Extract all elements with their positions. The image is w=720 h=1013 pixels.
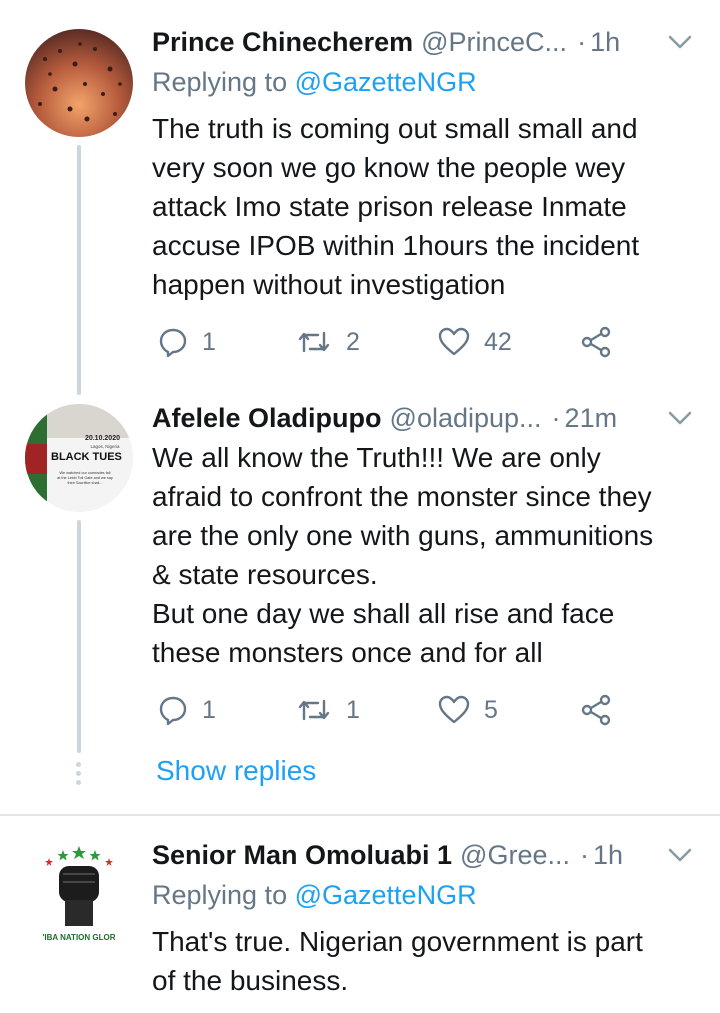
tweet-text-line: That's true. Nigerian government is part: [152, 926, 643, 957]
retweet-count: 2: [346, 327, 360, 356]
mention-link[interactable]: @GazetteNGR: [295, 67, 477, 97]
tweet-text-line: are the only one with guns, ammunitions: [152, 520, 654, 551]
share-icon: [581, 694, 611, 726]
retweet-button[interactable]: 1: [296, 690, 360, 730]
chevron-down-icon[interactable]: [666, 841, 694, 869]
retweet-count: 1: [346, 695, 360, 724]
separator-dot: ·: [580, 839, 589, 870]
tweet-text-line: these monsters once and for all: [152, 637, 543, 668]
retweet-button[interactable]: 2: [296, 322, 360, 362]
reply-count: 1: [202, 327, 216, 356]
tweet-text-line: afraid to confront the monster since the…: [152, 481, 652, 512]
reply-icon: [159, 328, 187, 357]
tweet-header: Afelele Oladipupo @oladipup... · 21m: [152, 398, 617, 438]
timestamp[interactable]: 21m: [565, 403, 618, 434]
tweet-header: Senior Man Omoluabi 1 @Gree... · 1h: [152, 835, 623, 875]
avatar[interactable]: 20.10.2020 Lagos, Nigeria BLACK TUES We …: [25, 404, 133, 512]
poster-caption: at the Lekki Toll Gate and we say: [57, 476, 113, 480]
replying-label: Replying to: [152, 67, 288, 97]
heart-icon: [438, 695, 470, 724]
tweet-text-line: happen without investigation: [152, 269, 506, 300]
raised-fist-icon: [59, 866, 99, 926]
reply-button[interactable]: 1: [158, 690, 216, 730]
timestamp[interactable]: 1h: [593, 840, 623, 871]
tweet-text: The truth is coming out small small and …: [152, 109, 702, 304]
avatar[interactable]: [25, 29, 133, 137]
reply-count: 1: [202, 695, 216, 724]
poster-location: Lagos, Nigeria: [90, 444, 120, 449]
username[interactable]: @oladipup...: [390, 403, 542, 434]
reply-icon: [159, 696, 187, 725]
timestamp[interactable]: 1h: [590, 27, 620, 58]
share-button[interactable]: [580, 322, 626, 362]
username[interactable]: @PrinceC...: [421, 27, 567, 58]
tweet-text-line: But one day we shall all rise and face: [152, 598, 615, 629]
retweet-icon: [298, 699, 330, 721]
avatar-text: 'IBA NATION GLOR: [42, 933, 115, 942]
divider: [0, 814, 720, 816]
poster-title: BLACK TUES: [51, 451, 122, 463]
tweet-header: Prince Chinecherem @PrinceC... · 1h: [152, 22, 620, 62]
poster-date: 20.10.2020: [85, 435, 120, 442]
more-replies-dots: [76, 762, 82, 789]
like-count: 5: [484, 695, 498, 724]
thread-line: [77, 145, 81, 395]
tweet-text-line: of the business.: [152, 965, 349, 996]
tweet-text-line: very soon we go know the people wey: [152, 152, 626, 183]
heart-icon: [438, 327, 470, 356]
mention-link[interactable]: @GazetteNGR: [295, 880, 477, 910]
separator-dot: ·: [577, 26, 587, 57]
tweet-text: We all know the Truth!!! We are only afr…: [152, 438, 702, 672]
tweet-text-line: & state resources.: [152, 559, 378, 590]
tweet-text-line: The truth is coming out small small and: [152, 113, 638, 144]
username[interactable]: @Gree...: [460, 840, 570, 871]
avatar[interactable]: 'IBA NATION GLOR: [25, 840, 133, 948]
reply-button[interactable]: 1: [158, 322, 216, 362]
tweet-text: That's true. Nigerian government is part…: [152, 922, 702, 1000]
poster-caption: We watched our comrades fall: [59, 471, 110, 475]
retweet-icon: [298, 331, 330, 353]
thread-line: [77, 520, 81, 753]
replying-to: Replying to @GazetteNGR: [152, 880, 477, 911]
chevron-down-icon[interactable]: [666, 28, 694, 56]
separator-dot: ·: [551, 402, 561, 433]
replying-to: Replying to @GazetteNGR: [152, 67, 477, 98]
like-button[interactable]: 42: [438, 322, 512, 362]
display-name[interactable]: Prince Chinecherem: [152, 27, 413, 58]
replying-label: Replying to: [152, 880, 288, 910]
chevron-down-icon[interactable]: [666, 404, 694, 432]
like-button[interactable]: 5: [438, 690, 498, 730]
tweet-text-line: accuse IPOB within 1hours the incident: [152, 230, 640, 261]
tweet-actions: 1 2 42: [152, 322, 622, 362]
tweet-text-line: We all know the Truth!!! We are only: [152, 442, 601, 473]
display-name[interactable]: Senior Man Omoluabi 1: [152, 840, 452, 871]
poster-caption: their Sacrifice shall...: [67, 481, 102, 485]
display-name[interactable]: Afelele Oladipupo: [152, 403, 382, 434]
share-icon: [581, 326, 611, 358]
tweet-actions: 1 1 5: [152, 690, 622, 730]
tweet-text-line: attack Imo state prison release Inmate: [152, 191, 627, 222]
show-replies-link[interactable]: Show replies: [156, 755, 316, 787]
share-button[interactable]: [580, 690, 626, 730]
like-count: 42: [484, 327, 512, 356]
